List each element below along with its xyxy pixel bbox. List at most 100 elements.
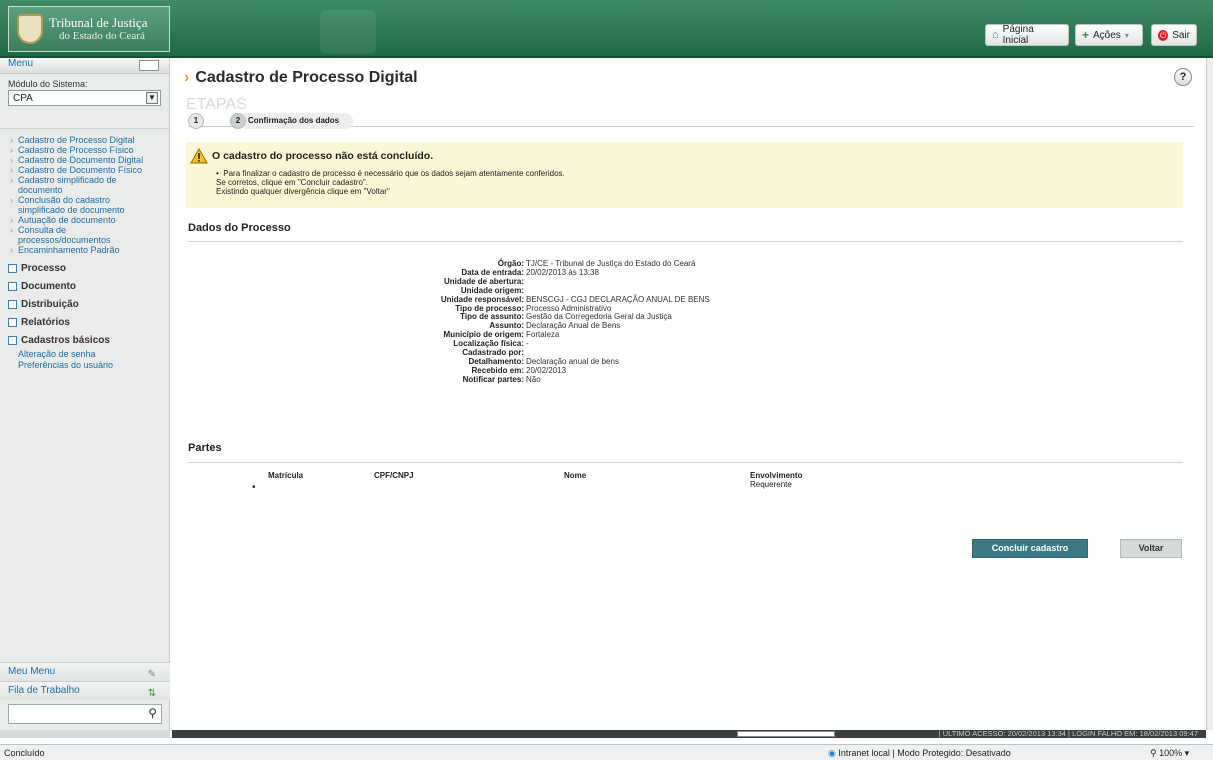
menu-header[interactable]: Menu (0, 58, 169, 74)
search-icon[interactable]: ⚲ (148, 706, 157, 720)
col-cpf-cnpj: CPF/CNPJ (374, 471, 414, 480)
menu-link-alteracao-senha[interactable]: Alteração de senha (0, 349, 169, 360)
vertical-scrollbar[interactable] (1206, 58, 1213, 730)
main-content: › Cadastro de Processo Digital ? ETAPAS 1… (172, 58, 1206, 730)
menu-link-conclusao-cadastro[interactable]: Conclusão do cadastro simplificado de do… (10, 195, 159, 215)
bullet-icon: • (252, 482, 256, 493)
header-watermark (320, 10, 376, 54)
home-button[interactable]: ⌂ Página Inicial (985, 24, 1069, 46)
zone-info-text: Intranet local | Modo Protegido: Desativ… (838, 748, 1011, 758)
step-2: 2 (230, 113, 246, 129)
warning-line-1-text: Para finalizar o cadastro de processo é … (223, 169, 565, 178)
work-queue-panel[interactable]: Fila de Trabalho ⇅ (0, 681, 170, 700)
progress-field (737, 731, 835, 737)
field-row: Órgão: TJ/CE - Tribunal de Justiça do Est… (372, 259, 932, 269)
cell-envolvimento: Requerente (750, 480, 792, 489)
group-processo[interactable]: Processo (0, 259, 169, 277)
col-envolvimento: Envolvimento (750, 471, 803, 480)
step-1: 1 (188, 113, 204, 129)
module-label: Módulo do Sistema: (8, 79, 88, 89)
chevron-right-icon: › (184, 69, 190, 86)
folder-icon (8, 300, 17, 309)
warning-line-2: Se corretos, clique em "Concluir cadastr… (216, 178, 368, 187)
menu-link-autuacao-documento[interactable]: Autuação de documento (10, 215, 159, 225)
menu-link-consulta[interactable]: Consulta de processos/documentos (10, 225, 159, 245)
zoom-control[interactable]: ⚲ 100% ▾ (1150, 748, 1189, 759)
crest-icon (17, 14, 43, 44)
menu-link-cadastro-processo-fisico[interactable]: Cadastro de Processo Físico (10, 145, 159, 155)
page-title-text: Cadastro de Processo Digital (195, 69, 418, 86)
folder-icon (8, 264, 17, 273)
group-distribuicao[interactable]: Distribuição (0, 295, 169, 313)
field-value: Não (526, 374, 541, 384)
logo-line-1: Tribunal de Justiça (49, 14, 148, 30)
help-button[interactable]: ? (1174, 68, 1192, 86)
menu-link-encaminhamento[interactable]: Encaminhamento Padrão (10, 245, 159, 255)
menu-link-cadastro-simplificado[interactable]: Cadastro simplificado de documento (10, 175, 159, 195)
group-documento[interactable]: Documento (0, 277, 169, 295)
chevron-down-icon: ▾ (1124, 30, 1129, 40)
divider (188, 241, 1183, 242)
warning-icon (190, 148, 208, 164)
sidebar: Menu Módulo do Sistema: CPA ▼ Cadastro d… (0, 58, 170, 738)
group-cadastros-basicos[interactable]: Cadastros básicos (0, 331, 169, 349)
zone-info[interactable]: ◉ Intranet local | Modo Protegido: Desat… (828, 748, 1011, 759)
process-fields: Órgão: TJ/CE - Tribunal de Justiça do Est… (372, 259, 932, 385)
sidebar-bottom: Meu Menu ✎ Fila de Trabalho ⇅ ⚲ (0, 662, 170, 738)
folder-icon (8, 282, 17, 291)
field-label: Notificar partes: (462, 374, 524, 384)
col-matricula: Matrícula (268, 471, 304, 480)
access-info-text: | ÚLTIMO ACESSO: 20/02/2013 13:34 | LOGI… (938, 729, 1198, 738)
field-row: Cadastrado por: (372, 348, 932, 358)
field-value: - (526, 339, 529, 349)
module-select-value: CPA (13, 93, 33, 104)
folder-icon (8, 336, 17, 345)
tribunal-logo[interactable]: Tribunal de Justiça do Estado do Ceará (8, 6, 170, 52)
warning-line-3: Existindo qualquer divergência clique em… (216, 187, 390, 196)
module-select[interactable]: CPA ▼ (8, 90, 161, 106)
field-row: Detalhamento: Declaração anual de bens (372, 357, 932, 367)
home-button-label: Página Inicial (1002, 24, 1034, 46)
home-icon: ⌂ (992, 29, 999, 41)
field-row: Unidade de abertura: (372, 277, 932, 287)
globe-icon: ◉ (828, 748, 836, 758)
zoom-value: 100% (1159, 748, 1183, 758)
top-header: Tribunal de Justiça do Estado do Ceará ⌂… (0, 0, 1213, 58)
browser-status-bar: Concluído ◉ Intranet local | Modo Proteg… (0, 744, 1213, 760)
field-row: Notificar partes: Não (372, 374, 932, 385)
page-title: › Cadastro de Processo Digital (184, 69, 418, 87)
group-relatorios[interactable]: Relatórios (0, 313, 169, 331)
actions-button-label: Ações (1093, 29, 1121, 41)
steps-title: ETAPAS (186, 96, 247, 113)
exit-button-label: Sair (1172, 29, 1190, 41)
work-queue-label: Fila de Trabalho (8, 685, 80, 696)
sidebar-footer (0, 730, 170, 738)
menu-link-cadastro-processo-digital[interactable]: Cadastro de Processo Digital (10, 135, 159, 145)
exit-button[interactable]: ⏻ Sair (1151, 24, 1197, 46)
sidebar-search-input[interactable]: ⚲ (8, 704, 162, 724)
power-icon: ⏻ (1158, 29, 1169, 41)
menu-toggle-icon[interactable] (139, 60, 159, 71)
field-value: 20/02/2013 às 13:38 (526, 267, 599, 277)
group-label: Documento (21, 281, 76, 292)
menu-label: Menu (8, 58, 34, 69)
section-dados-processo: Dados do Processo (188, 222, 291, 234)
access-info-bar: | ÚLTIMO ACESSO: 20/02/2013 13:34 | LOGI… (172, 729, 1206, 738)
divider (188, 462, 1183, 463)
field-row: Localização física: - (372, 339, 932, 349)
my-menu-panel[interactable]: Meu Menu ✎ (0, 662, 170, 681)
conclude-button[interactable]: Concluir cadastro (972, 539, 1088, 558)
back-button[interactable]: Voltar (1120, 539, 1182, 558)
group-label: Cadastros básicos (21, 335, 110, 346)
queue-icon: ⇅ (147, 688, 156, 699)
field-value: Fortaleza (526, 330, 560, 340)
menu-link-cadastro-documento-digital[interactable]: Cadastro de Documento Digital (10, 155, 159, 165)
section-partes: Partes (188, 442, 222, 454)
menu-link-cadastro-documento-fisico[interactable]: Cadastro de Documento Físico (10, 165, 159, 175)
group-label: Distribuição (21, 299, 79, 310)
warning-title: O cadastro do processo não está concluíd… (212, 150, 434, 162)
group-label: Processo (21, 263, 67, 274)
warning-line-1: • Para finalizar o cadastro de processo … (216, 169, 565, 178)
menu-link-preferencias[interactable]: Preferências do usuário (0, 360, 169, 371)
actions-button[interactable]: + Ações ▾ (1075, 24, 1143, 46)
